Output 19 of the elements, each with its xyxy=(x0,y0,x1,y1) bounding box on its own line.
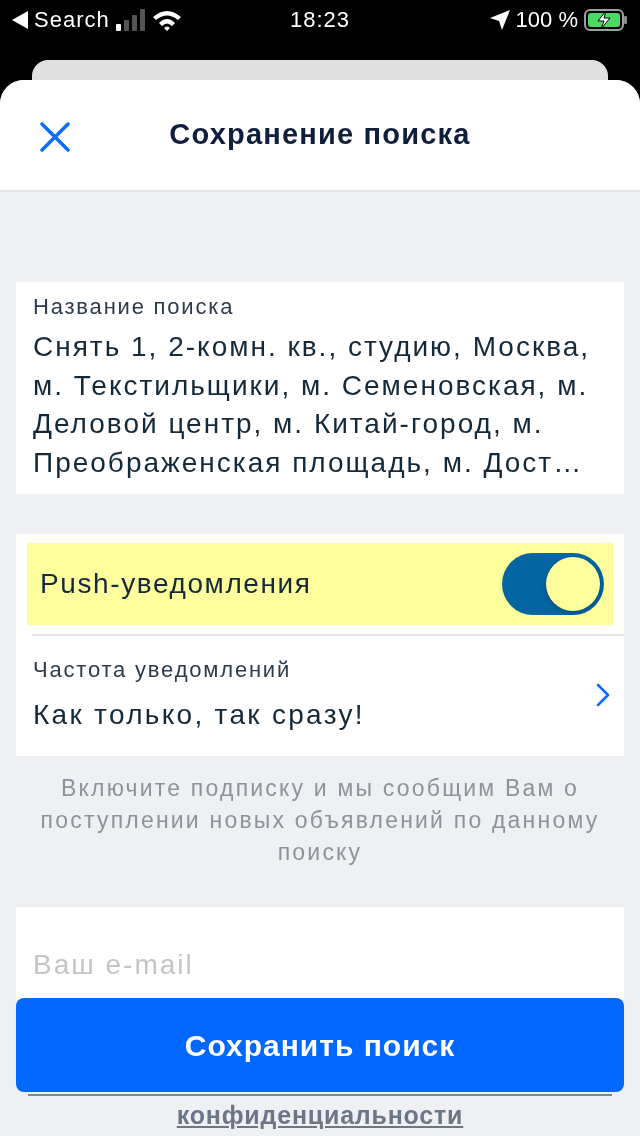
privacy-link[interactable]: конфиденциальности xyxy=(176,1098,464,1132)
hint-text: Включите подписку и мы сообщим Вам о поступлении новых объявлений по данному поиску xyxy=(39,774,601,867)
email-input[interactable]: Ваш e-mail xyxy=(16,907,624,1000)
search-name-value[interactable]: Снять 1, 2-комн. кв., студию, Москва, м. Текстильщики, м. Семеновская, м. Деловой центр, м. Китай-город, м. Преображенская площадь, м. Дост… xyxy=(33,328,607,482)
battery-percent: 100 % xyxy=(515,9,578,31)
location-arrow-icon xyxy=(489,10,510,30)
field-label: Частота уведомлений xyxy=(33,656,293,684)
status-time: 18:23 xyxy=(289,9,351,31)
save-search-button[interactable]: Сохранить поиск xyxy=(16,998,624,1092)
frequency-value[interactable]: Как только, так сразу! xyxy=(33,696,596,734)
wifi-icon xyxy=(151,9,182,31)
back-arrow-icon[interactable] xyxy=(12,11,28,29)
close-icon[interactable] xyxy=(40,122,70,152)
field-label: Название поиска xyxy=(33,293,236,321)
chevron-right-icon[interactable] xyxy=(596,683,610,707)
dialog-title: Сохранение поиска xyxy=(169,117,471,153)
push-label: Push-уведомления xyxy=(40,567,313,601)
back-link[interactable]: Search xyxy=(34,9,110,31)
signal-icon xyxy=(115,9,146,31)
